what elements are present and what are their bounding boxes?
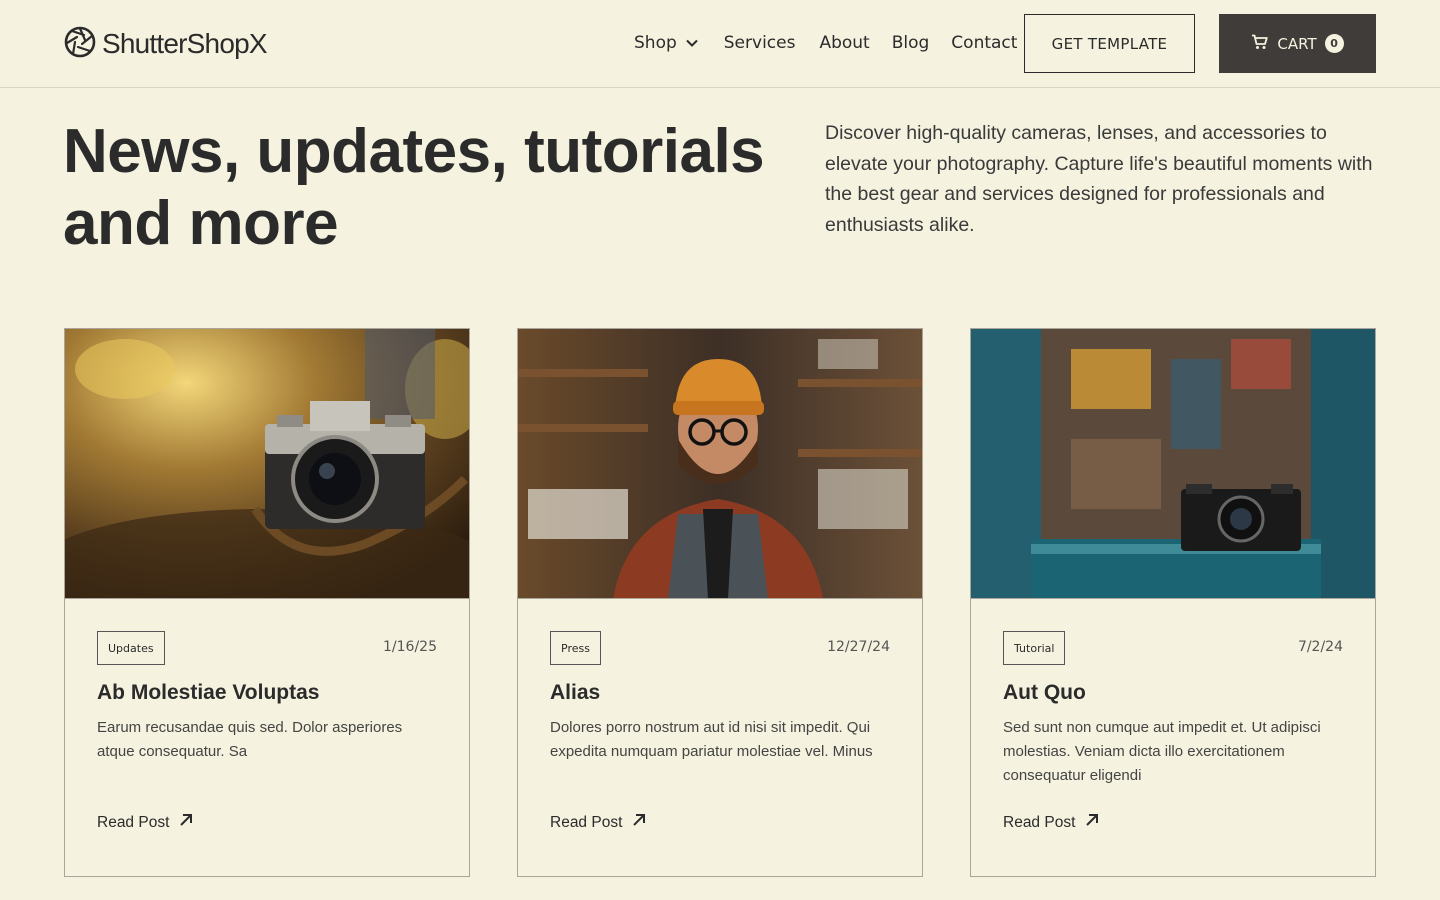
arrow-up-right-icon — [1085, 813, 1099, 832]
post-date: 12/27/24 — [827, 639, 890, 655]
cart-icon — [1251, 34, 1269, 54]
post-image-camera-window — [971, 329, 1375, 599]
post-date: 7/2/24 — [1297, 639, 1343, 655]
post-card[interactable]: Press 12/27/24 Alias Dolores porro nostr… — [517, 328, 923, 877]
page-title: News, updates, tutorials and more — [63, 117, 765, 258]
post-excerpt: Dolores porro nostrum aut id nisi sit im… — [550, 719, 873, 760]
post-title[interactable]: Alias — [550, 681, 600, 705]
cart-label: CART — [1277, 34, 1317, 53]
post-excerpt: Sed sunt non cumque aut impedit et. Ut a… — [1003, 719, 1321, 784]
nav-shop-label: Shop — [634, 33, 677, 53]
nav-blog[interactable]: Blog — [892, 33, 930, 53]
arrow-up-right-icon — [632, 813, 646, 832]
read-post-link[interactable]: Read Post — [550, 813, 646, 832]
read-post-link[interactable]: Read Post — [1003, 813, 1099, 832]
read-post-link[interactable]: Read Post — [97, 813, 193, 832]
hero-description: Discover high-quality cameras, lenses, a… — [825, 122, 1373, 236]
logo-text: ShutterShopX — [102, 28, 268, 59]
arrow-up-right-icon — [179, 813, 193, 832]
logo[interactable]: ShutterShopX — [64, 26, 268, 62]
post-excerpt: Earum recusandae quis sed. Dolor asperio… — [97, 719, 403, 760]
read-post-label: Read Post — [550, 813, 623, 831]
post-title[interactable]: Aut Quo — [1003, 681, 1086, 705]
get-template-button[interactable]: GET TEMPLATE — [1024, 14, 1195, 73]
aperture-icon — [64, 26, 96, 62]
post-tag[interactable]: Press — [550, 631, 601, 665]
read-post-label: Read Post — [1003, 813, 1076, 831]
cart-count-badge: 0 — [1324, 34, 1344, 53]
nav-contact[interactable]: Contact — [951, 33, 1017, 53]
site-header: ShutterShopX Shop Services About Blog Co… — [0, 0, 1440, 88]
read-post-label: Read Post — [97, 813, 170, 831]
cart-button[interactable]: CART 0 — [1219, 14, 1376, 73]
main-nav: Shop Services About Blog Contact — [634, 30, 1017, 56]
post-card[interactable]: Tutorial 7/2/24 Aut Quo Sed sunt non cum… — [970, 328, 1376, 877]
nav-services[interactable]: Services — [724, 33, 796, 53]
post-title[interactable]: Ab Molestiae Voluptas — [97, 681, 319, 705]
nav-about[interactable]: About — [819, 33, 869, 53]
post-tag[interactable]: Updates — [97, 631, 165, 665]
post-tag[interactable]: Tutorial — [1003, 631, 1066, 665]
post-card[interactable]: Updates 1/16/25 Ab Molestiae Voluptas Ea… — [64, 328, 470, 877]
post-image-shop-portrait — [518, 329, 922, 599]
post-date: 1/16/25 — [383, 639, 437, 655]
chevron-down-icon — [685, 36, 699, 50]
nav-shop[interactable]: Shop — [634, 33, 699, 53]
post-image-camera-forest — [65, 329, 469, 599]
